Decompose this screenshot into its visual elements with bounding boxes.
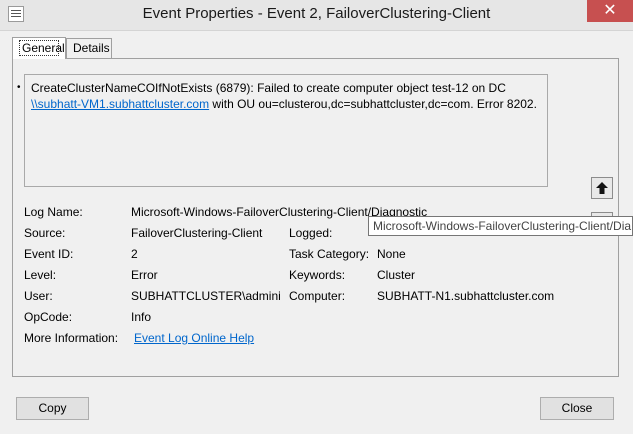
close-window-button[interactable]: ✕ [587,0,633,22]
dc-link[interactable]: \\subhatt-VM1.subhattcluster.com [31,97,209,111]
more-information-label: More Information: [24,331,119,345]
user-label: User: [24,289,53,303]
close-button[interactable]: Close [540,397,614,420]
description-line1: CreateClusterNameCOIfNotExists (6879): F… [31,81,506,95]
event-description[interactable]: CreateClusterNameCOIfNotExists (6879): F… [24,74,548,187]
event-id-label: Event ID: [24,247,74,261]
source-label: Source: [24,226,66,240]
level-value[interactable]: Error [131,268,158,282]
tab-general[interactable]: General [12,37,66,59]
copy-button[interactable]: Copy [16,397,89,420]
bullet-marker: • [17,82,21,93]
title-bar: Event Properties - Event 2, FailoverClus… [0,0,633,31]
computer-label: Computer: [289,289,346,303]
arrow-up-icon [596,182,608,194]
opcode-label: OpCode: [24,310,73,324]
event-log-online-help-link[interactable]: Event Log Online Help [134,331,254,345]
task-category-value[interactable]: None [377,247,406,261]
window-title: Event Properties - Event 2, FailoverClus… [142,5,491,22]
task-category-label: Task Category: [289,247,370,261]
log-name-tooltip: Microsoft-Windows-FailoverClustering-Cli… [368,216,633,236]
level-label: Level: [24,268,57,282]
keywords-label: Keywords: [289,268,346,282]
tab-general-label: General [19,40,65,56]
event-id-value[interactable]: 2 [131,247,138,261]
description-rest: with OU ou=clusterou,dc=subhattcluster,d… [209,97,537,111]
logged-label: Logged: [289,226,333,240]
log-name-label: Log Name: [24,205,83,219]
computer-value[interactable]: SUBHATT-N1.subhattcluster.com [377,289,554,303]
previous-event-button[interactable] [591,177,613,199]
opcode-value[interactable]: Info [131,310,151,324]
description-line2: \\subhatt-VM1.subhattcluster.com with OU… [31,96,541,112]
source-value[interactable]: FailoverClustering-Client [131,226,262,240]
tab-details[interactable]: Details [66,38,112,58]
keywords-value[interactable]: Cluster [377,268,415,282]
user-value[interactable]: SUBHATTCLUSTER\administ [131,289,281,303]
tab-details-label: Details [73,41,110,55]
